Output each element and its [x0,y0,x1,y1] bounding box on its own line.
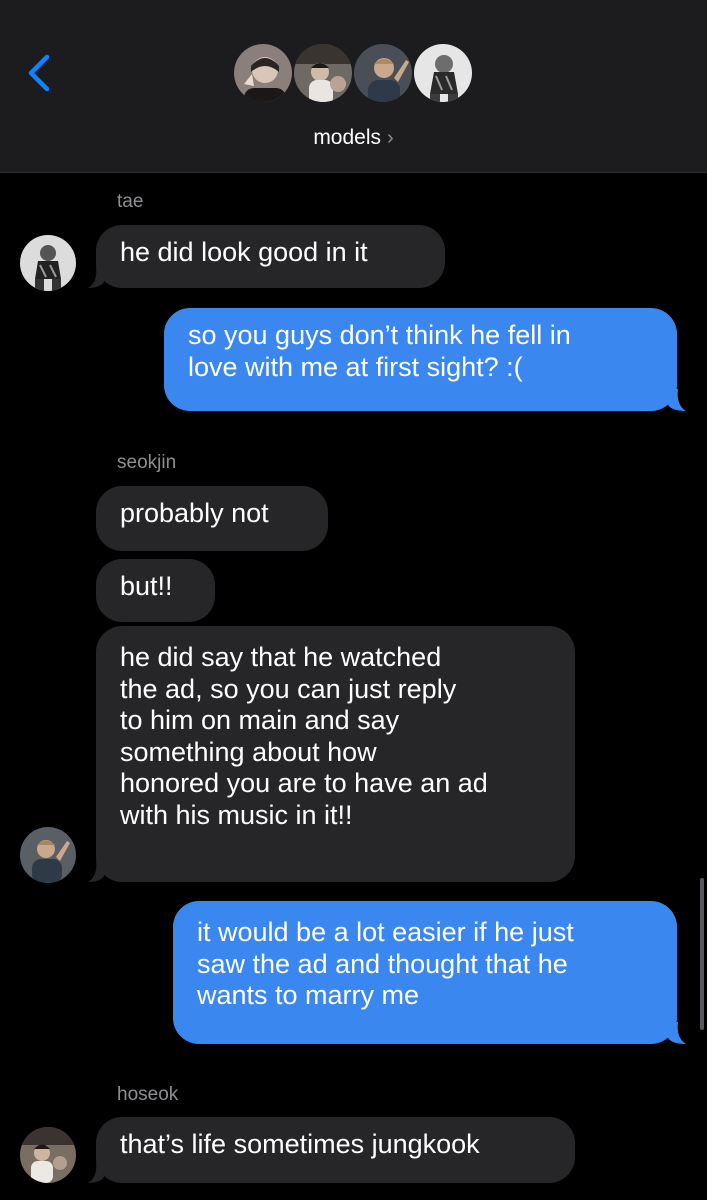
chevron-left-icon [28,54,50,92]
message-bubble-incoming[interactable]: that’s life sometimes jungkook [96,1117,575,1183]
scrollbar[interactable] [700,878,704,1030]
avatar[interactable] [20,827,76,883]
bubble-tail-icon [668,1022,686,1044]
message-bubble-incoming[interactable]: he did say that he watched the ad, so yo… [96,626,575,882]
message-bubble-outgoing[interactable]: so you guys don’t think he fell in love … [164,308,677,411]
group-avatars[interactable] [232,42,477,104]
avatar [352,42,414,104]
avatar[interactable] [20,1127,76,1183]
avatar [412,42,474,104]
message-bubble-incoming[interactable]: he did look good in it [96,225,445,288]
bubble-tail-icon [88,1161,104,1183]
chevron-right-icon: › [387,127,394,149]
avatar [292,42,354,104]
avatar[interactable] [20,235,76,291]
messages-screen: models › tae he did look good in it so yo… [0,0,707,1200]
bubble-tail-icon [88,860,104,882]
bubble-tail-icon [88,266,104,288]
sender-name: hoseok [117,1084,179,1105]
conversation-header: models › [0,0,707,173]
back-button[interactable] [22,50,56,96]
avatar [232,42,294,104]
message-bubble-incoming[interactable]: but!! [96,559,215,622]
group-name[interactable]: models › [0,126,707,150]
sender-name: tae [117,191,144,212]
sender-name: seokjin [117,452,177,473]
message-bubble-incoming[interactable]: probably not [96,486,328,551]
message-bubble-outgoing[interactable]: it would be a lot easier if he just saw … [173,901,677,1044]
bubble-tail-icon [668,389,686,411]
group-name-label: models [313,126,382,149]
